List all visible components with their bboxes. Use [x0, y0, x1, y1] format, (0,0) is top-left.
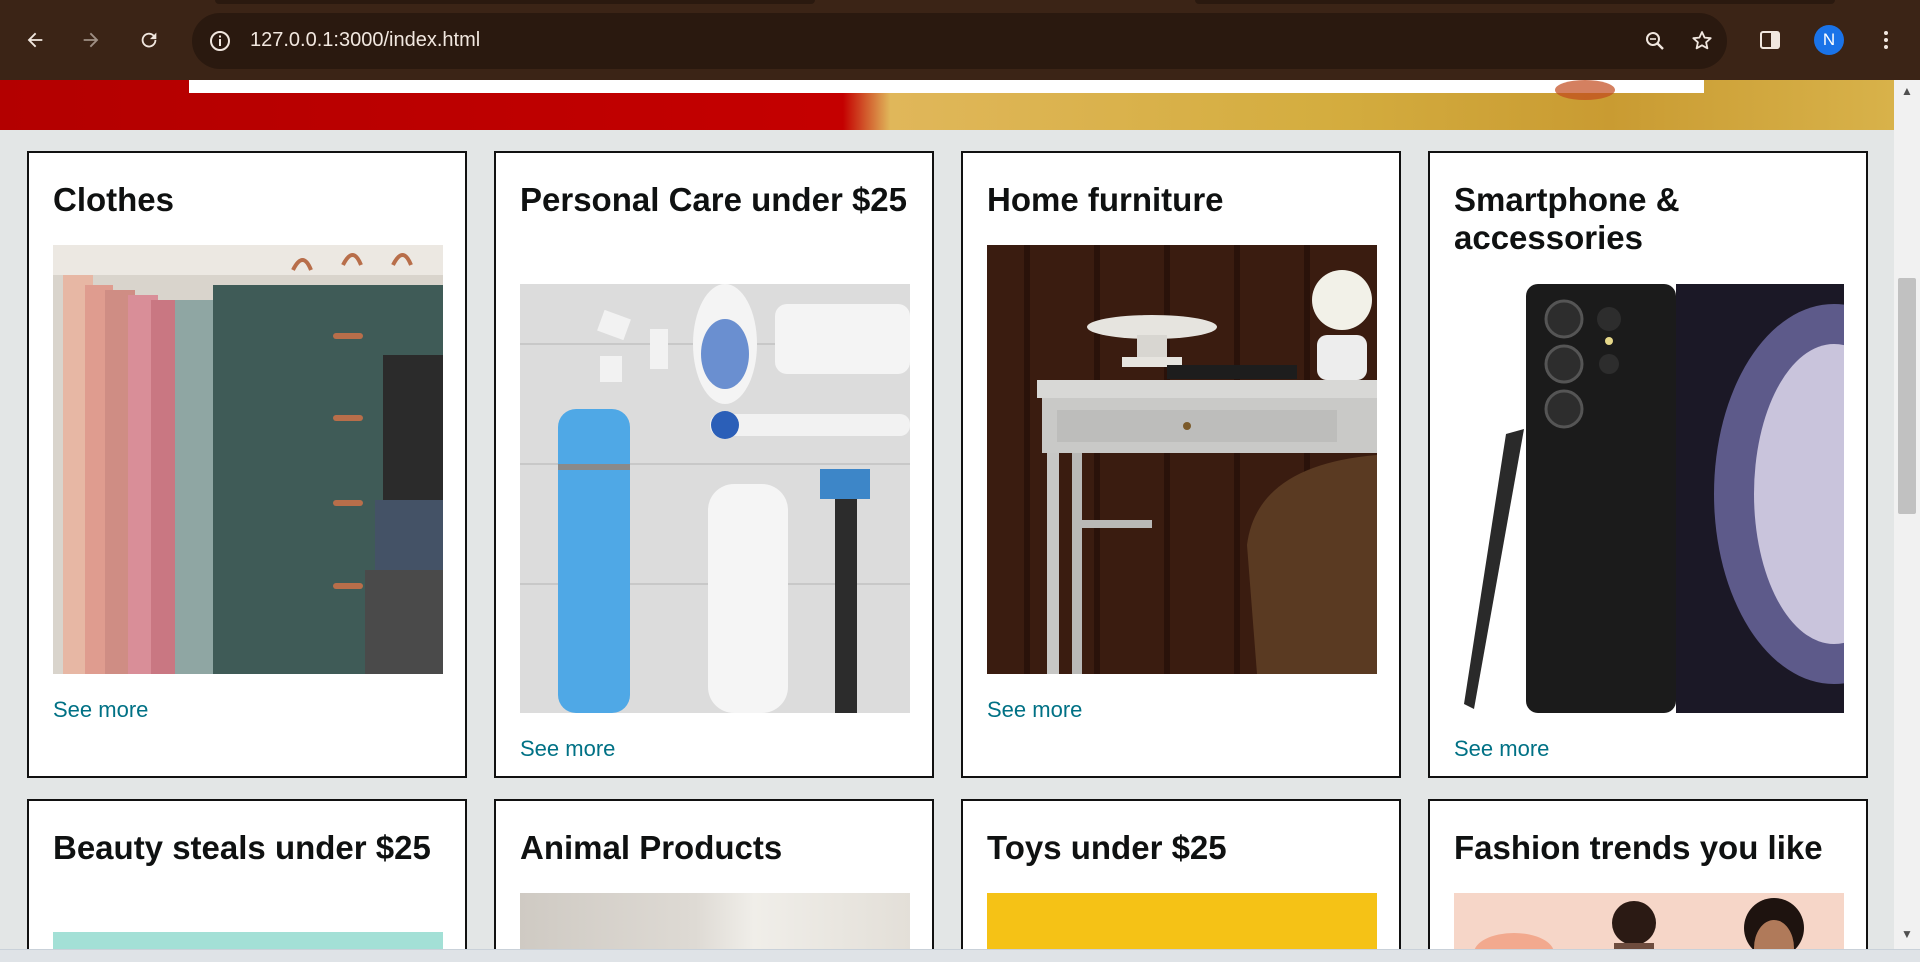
kebab-menu-icon[interactable]: [1866, 20, 1906, 60]
see-more-link[interactable]: See more: [520, 736, 615, 762]
card-title: Animal Products: [520, 829, 783, 866]
scroll-down-arrow-icon[interactable]: ▼: [1899, 927, 1915, 943]
reload-button[interactable]: [129, 20, 169, 60]
toys-image[interactable]: [987, 893, 1377, 949]
card-title: Fashion trends you like: [1454, 829, 1823, 866]
browser-toolbar: 127.0.0.1:3000/index.html N: [0, 0, 1920, 80]
address-bar[interactable]: 127.0.0.1:3000/index.html: [192, 13, 1727, 69]
taskbar-edge: [0, 949, 1920, 962]
vertical-scrollbar[interactable]: [1894, 80, 1920, 949]
back-button[interactable]: [15, 20, 55, 60]
tab-strip-edge: [215, 0, 815, 4]
see-more-link[interactable]: See more: [1454, 736, 1549, 762]
category-card-personal-care: Personal Care under $25 See more: [494, 151, 934, 778]
side-panel-icon[interactable]: [1750, 20, 1790, 60]
url-text[interactable]: 127.0.0.1:3000/index.html: [250, 29, 480, 52]
clothes-hangers-image[interactable]: [53, 245, 443, 674]
animal-products-image[interactable]: [520, 893, 910, 949]
banner-panel: [189, 80, 1704, 93]
fashion-image[interactable]: [1454, 893, 1844, 949]
page-viewport: Clothes See more Personal Care under $25…: [0, 80, 1894, 949]
category-card-animal-products: Animal Products: [494, 799, 934, 949]
desk-furniture-image[interactable]: [987, 245, 1377, 674]
card-title: Home furniture: [987, 181, 1224, 218]
banner-decoration: [1555, 80, 1615, 100]
scroll-up-arrow-icon[interactable]: ▲: [1899, 84, 1915, 100]
scrollbar-thumb[interactable]: [1898, 278, 1916, 514]
card-title: Smartphone & accessories: [1454, 181, 1680, 256]
card-title: Personal Care under $25: [520, 181, 908, 218]
zoom-icon[interactable]: [1639, 25, 1671, 57]
category-card-home-furniture: Home furniture See more: [961, 151, 1401, 778]
personal-care-items-image[interactable]: [520, 284, 910, 713]
card-title: Clothes: [53, 181, 175, 218]
category-card-clothes: Clothes See more: [27, 151, 467, 778]
category-card-fashion: Fashion trends you like: [1428, 799, 1868, 949]
category-card-smartphone: Smartphone & accessories See more: [1428, 151, 1868, 778]
smartphone-image[interactable]: [1454, 284, 1844, 713]
category-card-beauty: Beauty steals under $25: [27, 799, 467, 949]
card-title: Toys under $25: [987, 829, 1227, 866]
see-more-link[interactable]: See more: [987, 697, 1082, 723]
beauty-image[interactable]: [53, 932, 443, 949]
category-card-toys: Toys under $25: [961, 799, 1401, 949]
hero-banner: [0, 80, 1894, 130]
info-icon[interactable]: [204, 25, 236, 57]
reload-icon: [141, 32, 157, 48]
see-more-link[interactable]: See more: [53, 697, 148, 723]
profile-avatar[interactable]: N: [1814, 25, 1844, 55]
card-title: Beauty steals under $25: [53, 829, 431, 866]
star-icon[interactable]: [1686, 25, 1718, 57]
arrow-right-icon: [83, 32, 99, 48]
tab-strip-edge: [1195, 0, 1835, 4]
forward-button[interactable]: [71, 20, 111, 60]
arrow-left-icon: [27, 32, 43, 48]
